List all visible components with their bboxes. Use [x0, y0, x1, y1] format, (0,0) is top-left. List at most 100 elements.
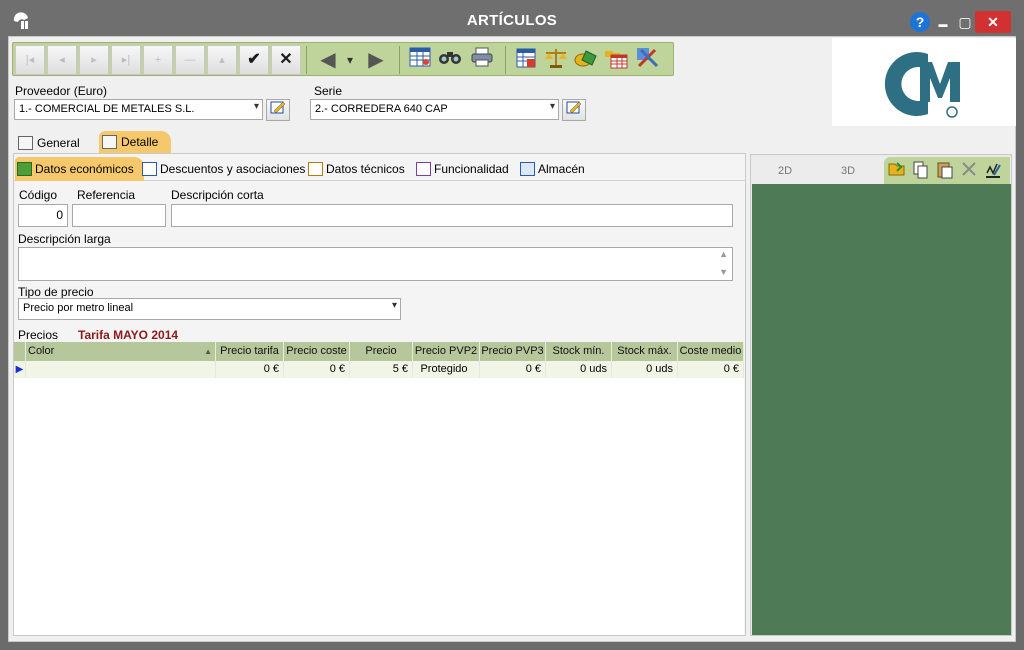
prices-table-header: Color ▲ Precio tarifa Precio coste Preci…	[14, 342, 744, 376]
tipo-precio-select[interactable]: Precio por metro lineal ▾	[18, 298, 401, 320]
codigo-field[interactable]: 0	[18, 204, 68, 227]
tab-general[interactable]: General	[15, 132, 95, 154]
column-header-label: Color	[28, 345, 55, 357]
delete-image-button[interactable]	[959, 161, 979, 181]
add-icon: +	[154, 54, 162, 66]
serie-select[interactable]: 2.- CORREDERA 640 CAP ▾	[310, 99, 559, 120]
report-button[interactable]	[513, 47, 539, 73]
table-view-button[interactable]	[407, 47, 433, 73]
chevron-down-icon: ▾	[391, 300, 397, 311]
table-cell[interactable]: 5 €	[350, 361, 413, 378]
balance-button[interactable]	[543, 47, 569, 73]
current-row-indicator-icon: ▶	[14, 361, 26, 378]
cancel-icon: ✕	[279, 51, 293, 68]
pricing-button[interactable]	[573, 47, 599, 73]
tab-descuentos[interactable]: Descuentos y asociaciones	[140, 157, 305, 181]
copy-button[interactable]	[911, 161, 931, 181]
tipo-precio-value: Precio por metro lineal	[23, 302, 134, 314]
tab-datos-economicos-label: Datos económicos	[35, 162, 134, 176]
maximize-button[interactable]: ▢	[955, 11, 975, 33]
column-header[interactable]: Stock mín.	[546, 342, 612, 361]
money-icon	[17, 162, 32, 176]
edit-image-button[interactable]	[983, 161, 1003, 181]
warehouse-icon	[520, 162, 535, 176]
table-cell[interactable]: 0 €	[480, 361, 546, 378]
first-record-button[interactable]: |◂	[15, 45, 45, 75]
prices-table-body[interactable]	[14, 378, 744, 635]
table-row[interactable]: ▶ 0 € 0 € 5 € Protegido 0 € 0 uds 0 uds …	[14, 361, 744, 378]
tab-funcionalidad[interactable]: Funcionalidad	[414, 157, 509, 181]
serie-edit-button[interactable]	[562, 99, 586, 121]
scroll-down-icon[interactable]: ▼	[719, 267, 728, 277]
column-header[interactable]: Precio PVP2	[413, 342, 480, 361]
search-button[interactable]	[437, 47, 463, 73]
referencia-field[interactable]	[72, 204, 166, 227]
previous-record-button[interactable]: ◂	[47, 45, 77, 75]
tab-descuentos-label: Descuentos y asociaciones	[160, 162, 306, 176]
table-grid-icon	[409, 47, 431, 67]
descripcion-larga-field[interactable]: ▲ ▼	[18, 247, 733, 281]
add-record-button[interactable]: +	[143, 45, 173, 75]
cancel-button[interactable]: ✕	[271, 45, 301, 75]
chevron-down-icon: ▾	[346, 53, 354, 67]
help-button[interactable]: ?	[909, 11, 931, 33]
column-header[interactable]: Precio PVP3	[480, 342, 546, 361]
paste-button[interactable]	[935, 161, 955, 181]
preview-viewport[interactable]	[752, 184, 1011, 635]
cm-logo-icon	[884, 52, 960, 118]
subtab-bar: Datos económicos Descuentos y asociacion…	[13, 157, 746, 181]
folder-table-button[interactable]	[603, 47, 629, 73]
column-header[interactable]: Stock máx.	[612, 342, 678, 361]
paste-icon	[937, 162, 953, 179]
column-header[interactable]: Precio tarifa	[216, 342, 284, 361]
tab-datos-tecnicos[interactable]: Datos técnicos	[306, 157, 405, 181]
tab-datos-economicos[interactable]: Datos económicos	[15, 157, 144, 181]
tab-detalle-label: Detalle	[121, 135, 159, 149]
toolbar-separator	[399, 46, 400, 74]
table-cell[interactable]: 0 €	[216, 361, 284, 378]
tab-2d[interactable]: 2D	[778, 165, 792, 177]
column-header[interactable]: Precio coste	[284, 342, 350, 361]
proveedor-label: Proveedor (Euro)	[15, 84, 108, 98]
tools-icon	[637, 48, 659, 68]
scroll-up-icon[interactable]: ▲	[719, 249, 728, 259]
next-record-button[interactable]: ▸	[79, 45, 109, 75]
tab-almacen-label: Almacén	[538, 162, 585, 176]
codigo-label: Código	[19, 188, 58, 202]
binoculars-icon	[439, 52, 461, 64]
forward-button[interactable]: ▶	[363, 47, 389, 73]
history-dropdown-button[interactable]: ▾	[343, 47, 357, 73]
chart-icon	[308, 162, 323, 176]
proveedor-select[interactable]: 1.- COMERCIAL DE METALES S.L. ▾	[14, 99, 263, 120]
tab-almacen[interactable]: Almacén	[518, 157, 585, 181]
close-icon: ✕	[987, 14, 999, 30]
column-header[interactable]: Precio PVP1	[350, 342, 413, 376]
column-header[interactable]: Coste medio	[678, 342, 744, 361]
descripcion-corta-field[interactable]	[171, 204, 733, 227]
tab-3d[interactable]: 3D	[841, 165, 855, 177]
table-cell[interactable]: 0 €	[678, 361, 744, 378]
table-cell[interactable]: Protegido	[413, 361, 480, 378]
edit-record-button[interactable]: ▴	[207, 45, 237, 75]
help-icon: ?	[910, 12, 930, 32]
table-cell[interactable]: 0 €	[284, 361, 350, 378]
confirm-button[interactable]: ✔	[239, 45, 269, 75]
close-button[interactable]: ✕	[975, 11, 1011, 33]
table-cell[interactable]: 0 uds	[546, 361, 612, 378]
tools-button[interactable]	[635, 47, 661, 73]
open-folder-button[interactable]	[887, 161, 907, 181]
last-record-button[interactable]: ▸|	[111, 45, 141, 75]
serie-label: Serie	[314, 84, 343, 98]
toolbar-separator	[505, 46, 506, 74]
proveedor-edit-button[interactable]	[266, 99, 290, 121]
table-cell[interactable]: 0 uds	[612, 361, 678, 378]
table-cell[interactable]	[26, 361, 216, 378]
last-record-icon: ▸|	[121, 54, 131, 66]
print-button[interactable]	[469, 47, 495, 73]
delete-record-button[interactable]: —	[175, 45, 205, 75]
minimize-button[interactable]: ▬	[933, 11, 953, 33]
column-header[interactable]: Color ▲	[26, 342, 216, 361]
serie-value: 2.- CORREDERA 640 CAP	[315, 103, 448, 115]
back-button[interactable]: ◀	[315, 47, 341, 73]
tab-detalle[interactable]: Detalle	[99, 131, 171, 154]
